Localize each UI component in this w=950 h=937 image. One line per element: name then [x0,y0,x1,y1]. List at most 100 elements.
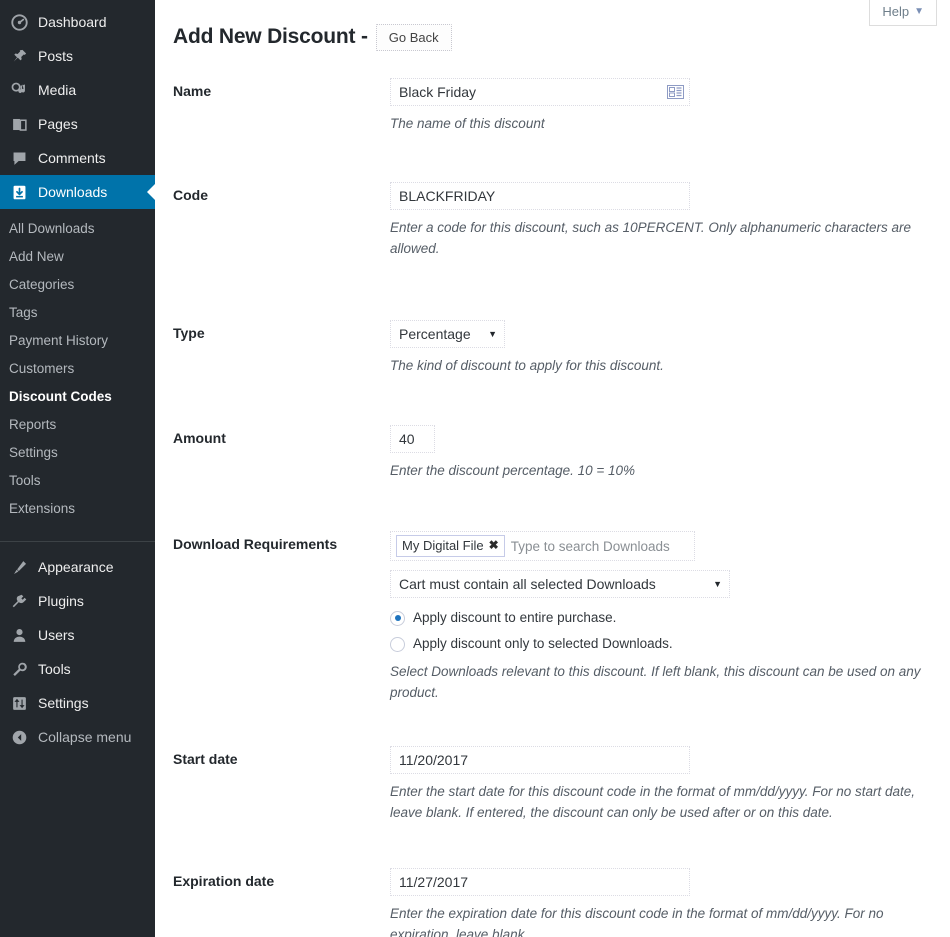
sidebar-item-users[interactable]: Users [0,618,155,652]
form-row-name: Name The name of this discount [173,66,945,144]
form-row-download-requirements: Download Requirements My Digital File ✖ … [173,519,945,713]
sidebar-item-label: Tools [38,661,71,677]
sidebar-item-payment-history[interactable]: Payment History [0,327,155,355]
expiration-date-label: Expiration date [173,873,275,889]
dashboard-icon [9,12,29,32]
code-input[interactable] [390,182,690,210]
chevron-down-icon: ▼ [713,579,722,589]
sidebar-item-add-new[interactable]: Add New [0,243,155,271]
close-icon[interactable]: ✖ [489,537,499,554]
go-back-button[interactable]: Go Back [375,23,452,51]
sidebar-item-posts[interactable]: Posts [0,39,155,73]
sidebar-item-label: Downloads [38,184,108,200]
sidebar-item-categories[interactable]: Categories [0,271,155,299]
sidebar-item-extensions[interactable]: Extensions [0,495,155,523]
sidebar-item-label: Appearance [38,559,114,575]
sidebar-item-all-downloads[interactable]: All Downloads [0,215,155,243]
form-row-expiration-date: Expiration date Enter the expiration dat… [173,856,945,937]
admin-sidebar: Dashboard Posts Media Pages Comments Dow… [0,0,155,937]
name-description: The name of this discount [390,116,545,131]
code-label: Code [173,187,208,203]
form-row-amount: Amount Enter the discount percentage. 10… [173,413,945,491]
sidebar-item-collapse-menu[interactable]: Collapse menu [0,720,155,754]
sidebar-item-media[interactable]: Media [0,73,155,107]
sidebar-item-pages[interactable]: Pages [0,107,155,141]
radio-entire-purchase[interactable]: Apply discount to entire purchase. [390,608,945,628]
sidebar-item-label: Users [38,627,75,643]
sidebar-item-downloads[interactable]: Downloads [0,175,155,209]
start-date-input[interactable] [390,746,690,774]
sidebar-item-label: Comments [38,150,106,166]
cart-condition-value: Cart must contain all selected Downloads [399,576,656,592]
type-select[interactable]: Percentage ▼ [390,320,505,348]
radio-icon-selected[interactable] [390,610,405,626]
sidebar-submenu-downloads: All Downloads Add New Categories Tags Pa… [0,209,155,533]
chevron-down-icon: ▼ [914,6,924,17]
download-chip-label: My Digital File [402,538,484,553]
plugins-icon [9,591,29,611]
expiration-date-input[interactable] [390,868,690,896]
start-date-label: Start date [173,751,238,767]
sidebar-item-customers[interactable]: Customers [0,355,155,383]
pages-icon [9,114,29,134]
help-tab-button[interactable]: Help ▼ [869,0,937,26]
name-input[interactable] [390,78,690,106]
pin-icon [9,46,29,66]
comments-icon [9,148,29,168]
expiration-date-description: Enter the expiration date for this disco… [390,906,884,937]
form-row-type: Type Percentage ▼ The kind of discount t… [173,308,945,386]
discount-form: Name The name of this discount Code [173,66,945,937]
sidebar-item-label: Pages [38,116,78,132]
tools-icon [9,659,29,679]
sidebar-divider [0,541,155,542]
sidebar-primary-menu: Dashboard Posts Media Pages Comments Dow… [0,0,155,754]
collapse-icon [9,727,29,747]
sidebar-item-dashboard[interactable]: Dashboard [0,5,155,39]
sidebar-item-tags[interactable]: Tags [0,299,155,327]
type-description: The kind of discount to apply for this d… [390,358,664,373]
sidebar-item-settings[interactable]: Settings [0,439,155,467]
radio-selected-downloads-label: Apply discount only to selected Download… [413,636,673,651]
sidebar-item-label: Collapse menu [38,729,132,745]
code-description: Enter a code for this discount, such as … [390,220,912,256]
downloads-search-placeholder: Type to search Downloads [510,538,670,554]
radio-entire-purchase-label: Apply discount to entire purchase. [413,610,617,625]
chevron-down-icon: ▼ [488,329,497,339]
amount-input[interactable] [390,425,435,453]
sidebar-item-appearance[interactable]: Appearance [0,550,155,584]
sidebar-item-discount-codes[interactable]: Discount Codes [0,383,155,411]
name-input-wrap [390,78,690,106]
users-icon [9,625,29,645]
radio-selected-downloads[interactable]: Apply discount only to selected Download… [390,634,945,654]
sidebar-item-label: Posts [38,48,74,64]
sidebar-item-settings-main[interactable]: Settings [0,686,155,720]
downloads-icon [9,182,29,202]
sidebar-item-label: Dashboard [38,14,107,30]
sidebar-item-plugins[interactable]: Plugins [0,584,155,618]
start-date-description: Enter the start date for this discount c… [390,784,915,820]
type-select-value: Percentage [399,326,471,342]
amount-label: Amount [173,430,226,446]
download-requirements-description: Select Downloads relevant to this discou… [390,664,921,700]
main-content: Help ▼ Add New Discount - Go Back Name T… [155,0,950,937]
sidebar-item-tools-main[interactable]: Tools [0,652,155,686]
sidebar-item-reports[interactable]: Reports [0,411,155,439]
download-chip[interactable]: My Digital File ✖ [396,535,505,557]
help-tab-label: Help [882,4,910,19]
type-label: Type [173,325,205,341]
cart-condition-select[interactable]: Cart must contain all selected Downloads… [390,570,730,598]
admin-page: Dashboard Posts Media Pages Comments Dow… [0,0,950,937]
downloads-search-box[interactable]: My Digital File ✖ Type to search Downloa… [390,531,695,561]
download-requirements-label: Download Requirements [173,536,338,552]
sidebar-item-tools[interactable]: Tools [0,467,155,495]
radio-icon-unselected[interactable] [390,636,405,652]
sidebar-item-comments[interactable]: Comments [0,141,155,175]
settings-icon [9,693,29,713]
page-title: Add New Discount - [173,25,368,49]
media-icon [9,80,29,100]
amount-description: Enter the discount percentage. 10 = 10% [390,463,636,478]
sidebar-item-label: Settings [38,695,89,711]
form-row-start-date: Start date Enter the start date for this… [173,734,945,833]
appearance-icon [9,557,29,577]
form-row-code: Code Enter a code for this discount, suc… [173,170,945,269]
